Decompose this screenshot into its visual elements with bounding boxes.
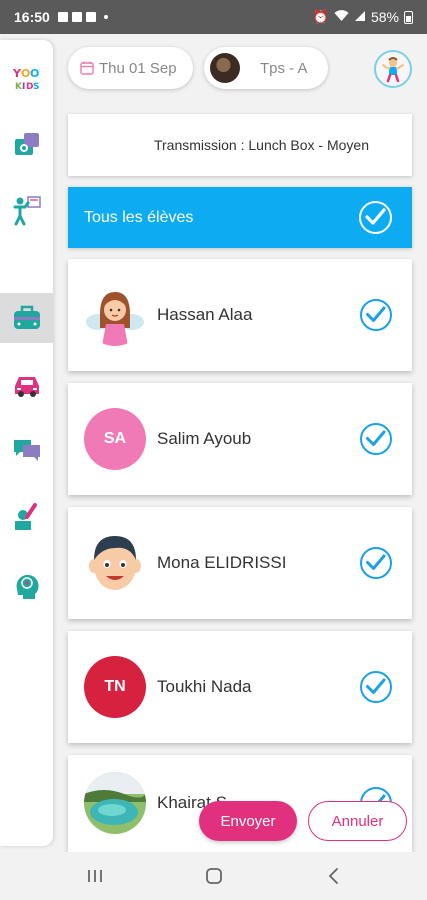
check-icon: [365, 208, 386, 225]
recent-apps-icon: [88, 870, 102, 882]
transmission-card: Transmission : Lunch Box - Moyen: [68, 114, 412, 176]
svg-text:O: O: [21, 67, 30, 80]
student-checkbox[interactable]: [360, 423, 392, 455]
kid-profile-icon: [382, 57, 404, 83]
student-avatar-illustration: [84, 532, 146, 594]
status-bar: 16:50 ⏰ 58%: [0, 0, 427, 34]
class-label: Tps - A: [260, 59, 308, 77]
sidebar-item-teacher[interactable]: [0, 185, 53, 235]
svg-text:S: S: [33, 82, 39, 92]
photos-icon: [14, 133, 39, 155]
sidebar: Y O O K I D S: [0, 40, 53, 846]
student-card[interactable]: TN Toukhi Nada: [68, 631, 412, 743]
select-all-row[interactable]: Tous les élèves: [68, 187, 412, 248]
student-name: Mona ELIDRISSI: [157, 553, 287, 572]
student-checkbox[interactable]: [360, 671, 392, 703]
student-initials: TN: [104, 678, 126, 695]
battery-percent: 58%: [370, 9, 399, 25]
lunchbox-icon: [13, 305, 40, 329]
app-notification-icon: [71, 12, 82, 22]
student-name: Salim Ayoub: [157, 429, 252, 448]
home-button[interactable]: [202, 864, 226, 888]
gallery-notification-icon: [57, 12, 68, 22]
brain-icon: [16, 574, 39, 599]
status-right: ⏰ 58%: [313, 9, 413, 25]
message-notification-icon: [85, 12, 96, 22]
wifi-icon: [334, 9, 349, 25]
student-checkbox[interactable]: [360, 547, 392, 579]
app-logo-icon: Y O O K I D S: [12, 67, 39, 92]
sidebar-item-logo[interactable]: Y O O K I D S: [0, 54, 53, 104]
lake-photo-icon: [84, 772, 146, 834]
select-all-checkbox[interactable]: [359, 201, 392, 234]
sidebar-item-student[interactable]: [0, 492, 53, 542]
student-avatar-illustration: [84, 284, 146, 346]
student-avatar-initials: SA: [84, 408, 146, 470]
svg-text:I: I: [22, 82, 25, 92]
signal-icon: [354, 9, 366, 25]
status-time: 16:50: [14, 9, 50, 25]
system-navigation-bar: [0, 852, 427, 900]
home-icon: [206, 868, 222, 884]
student-card[interactable]: Hassan Alaa: [68, 259, 412, 371]
check-icon: [366, 678, 386, 694]
student-name: Toukhi Nada: [157, 677, 252, 696]
check-icon: [366, 554, 386, 570]
girl-avatar-icon: [86, 292, 144, 346]
class-avatar: [210, 53, 240, 83]
check-icon: [366, 430, 386, 446]
battery-icon: [404, 10, 413, 24]
class-selector[interactable]: Tps - A: [204, 47, 328, 89]
back-icon: [328, 868, 338, 884]
student-name: Hassan Alaa: [157, 305, 253, 324]
student-avatar-initials: TN: [84, 656, 146, 718]
calendar-icon: [80, 61, 94, 75]
sidebar-item-lunchbox[interactable]: [0, 293, 53, 343]
bus-icon: [14, 377, 39, 397]
svg-text:O: O: [30, 67, 39, 80]
recent-apps-button[interactable]: [83, 864, 107, 888]
student-avatar-photo: [84, 772, 146, 834]
sidebar-item-chat[interactable]: [0, 425, 53, 475]
student-initials: SA: [103, 430, 127, 447]
select-all-label: Tous les élèves: [84, 208, 194, 226]
sidebar-item-photos[interactable]: [0, 120, 53, 170]
sidebar-item-bus[interactable]: [0, 360, 53, 410]
student-checkbox[interactable]: [360, 299, 392, 331]
date-label: Thu 01 Sep: [99, 59, 177, 77]
student-card[interactable]: SA Salim Ayoub: [68, 383, 412, 495]
send-button[interactable]: Envoyer: [199, 801, 297, 841]
alarm-icon: ⏰: [312, 9, 329, 24]
date-selector[interactable]: Thu 01 Sep: [68, 47, 193, 89]
transmission-label: Transmission : Lunch Box - Moyen: [153, 137, 369, 153]
student-card[interactable]: Mona ELIDRISSI: [68, 507, 412, 619]
chat-icon: [13, 440, 40, 461]
cancel-button[interactable]: Annuler: [308, 801, 407, 841]
profile-button[interactable]: [374, 50, 412, 88]
pointing-student-icon: [14, 503, 37, 530]
boy-avatar-icon: [89, 536, 141, 590]
back-button[interactable]: [322, 864, 346, 888]
more-notifications-icon: [103, 15, 108, 19]
check-icon: [366, 306, 386, 322]
teacher-board-icon: [13, 196, 41, 226]
sidebar-item-brain[interactable]: [0, 560, 53, 610]
